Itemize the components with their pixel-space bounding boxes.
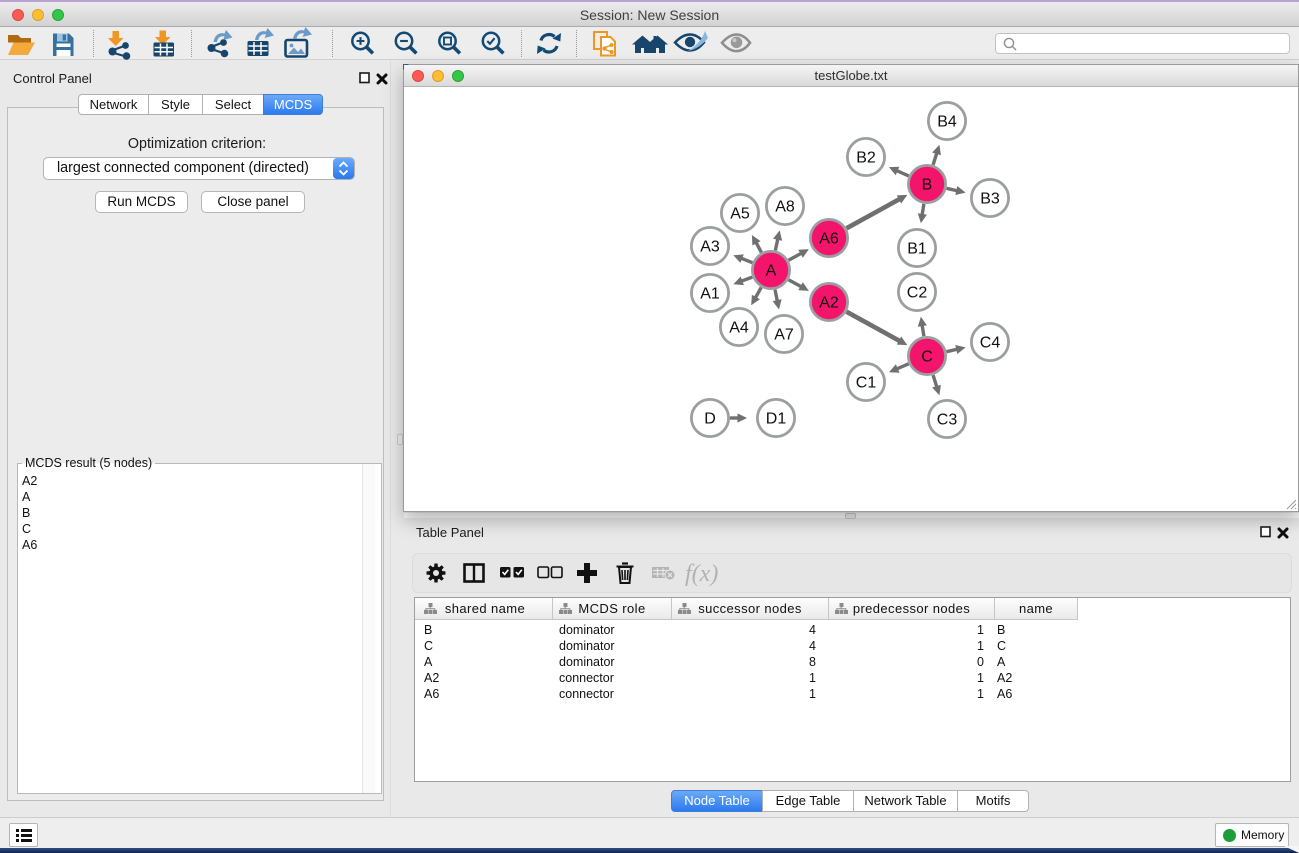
svg-text:A6: A6 <box>819 231 839 248</box>
svg-text:A8: A8 <box>775 199 795 216</box>
svg-text:A1: A1 <box>700 286 720 303</box>
svg-text:B: B <box>922 177 933 194</box>
svg-text:C2: C2 <box>907 285 928 302</box>
svg-text:A3: A3 <box>700 239 720 256</box>
svg-text:f(x): f(x) <box>685 561 718 587</box>
svg-text:B2: B2 <box>856 150 876 167</box>
svg-text:A5: A5 <box>730 206 750 223</box>
svg-text:A2: A2 <box>819 295 839 312</box>
svg-text:D: D <box>704 411 716 428</box>
svg-text:A7: A7 <box>774 327 794 344</box>
svg-text:C: C <box>921 349 933 366</box>
svg-text:A4: A4 <box>729 320 749 337</box>
svg-text:C3: C3 <box>937 412 958 429</box>
svg-text:D1: D1 <box>766 411 787 428</box>
svg-text:B1: B1 <box>907 241 927 258</box>
svg-text:B3: B3 <box>980 191 1000 208</box>
svg-text:B4: B4 <box>937 114 957 131</box>
svg-text:C1: C1 <box>856 375 877 392</box>
svg-text:C4: C4 <box>980 335 1001 352</box>
svg-text:A: A <box>766 263 777 280</box>
